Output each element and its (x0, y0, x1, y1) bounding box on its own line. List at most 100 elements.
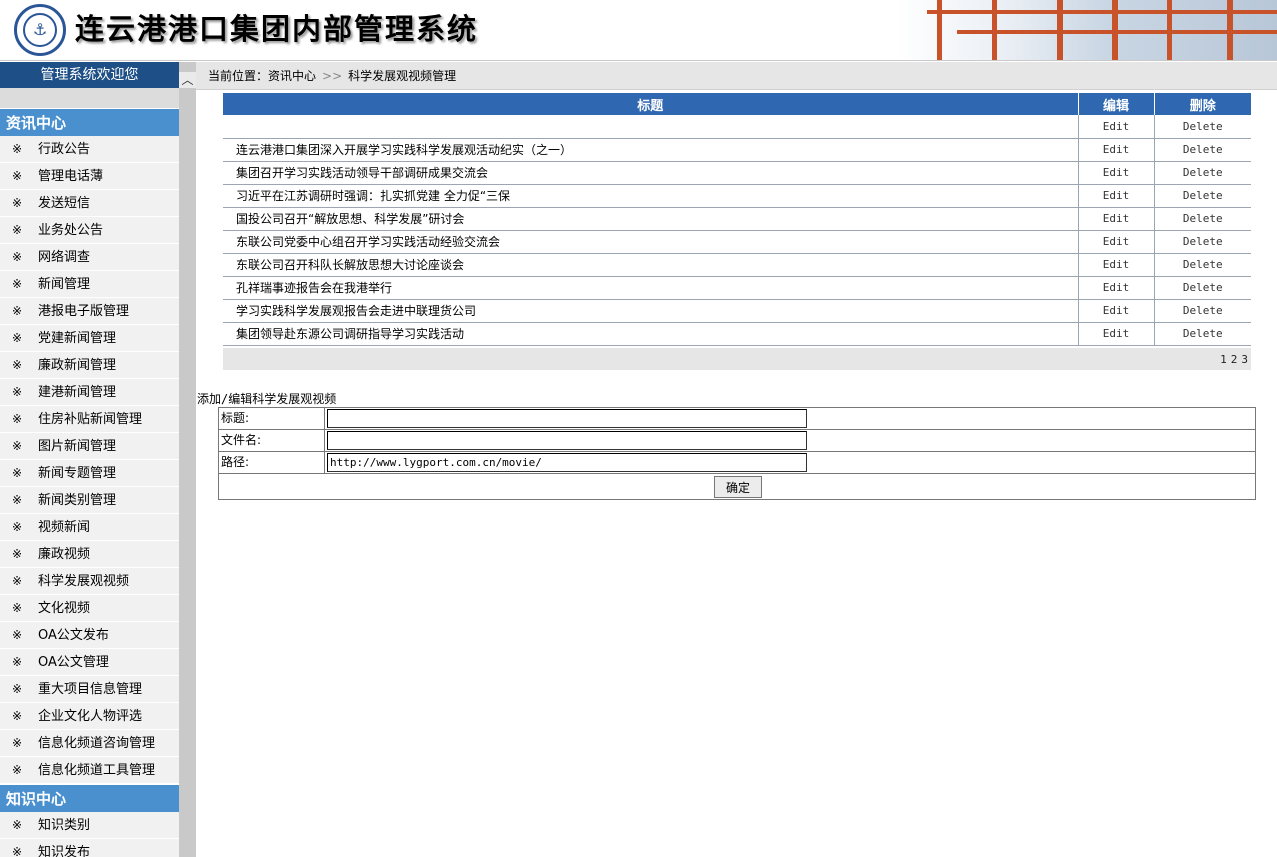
sidebar-item[interactable]: ※ 新闻类别管理 (0, 487, 179, 514)
path-label: 路径: (219, 452, 325, 473)
sidebar-item-label: 廉政新闻管理 (38, 358, 117, 373)
table-row: 集团召开学习实践活动领导干部调研成果交流会 Edit Delete (223, 161, 1251, 185)
edit-link[interactable]: Edit (1077, 299, 1154, 323)
sidebar-item[interactable]: ※ 网络调查 (0, 244, 179, 271)
edit-link[interactable]: Edit (1077, 115, 1154, 139)
row-title: 孔祥瑞事迹报告会在我港举行 (223, 276, 1078, 300)
sidebar-item[interactable]: ※ 住房补贴新闻管理 (0, 406, 179, 433)
sidebar-item[interactable]: ※ 新闻专题管理 (0, 460, 179, 487)
table-row: 学习实践科学发展观报告会走进中联理货公司 Edit Delete (223, 299, 1251, 323)
welcome-banner: 管理系统欢迎您 (0, 62, 179, 88)
form-row-path: 路径: (219, 452, 1255, 474)
sidebar-item-label: 业务处公告 (38, 223, 104, 238)
sidebar-item[interactable]: ※ 知识发布 (0, 839, 179, 857)
pagination: 123 (223, 348, 1251, 370)
sidebar-item[interactable]: ※ 新闻管理 (0, 271, 179, 298)
title-input[interactable] (327, 409, 807, 428)
bullet-mark-icon: ※ (12, 709, 23, 723)
sidebar-item[interactable]: ※ 信息化频道咨询管理 (0, 730, 179, 757)
delete-link[interactable]: Delete (1153, 299, 1251, 323)
edit-link[interactable]: Edit (1077, 138, 1154, 162)
sidebar-item[interactable]: ※ 廉政新闻管理 (0, 352, 179, 379)
page-link[interactable]: 1 (1220, 353, 1227, 366)
delete-link[interactable]: Delete (1153, 161, 1251, 185)
edit-link[interactable]: Edit (1077, 207, 1154, 231)
filename-label: 文件名: (219, 430, 325, 451)
delete-link[interactable]: Delete (1153, 230, 1251, 254)
sidebar: 管理系统欢迎您 资讯中心 ※ 行政公告 ※ 管理电话薄 ※ 发送短信 ※ 业务处公告 ※ 网络调查 ※… (0, 62, 179, 857)
video-list-table: 标题 编辑 删除 Edit Delete 连云港港口集团深入开展学习实践科学发展观活… (223, 93, 1251, 346)
sidebar-item[interactable]: ※ 科学发展观视频 (0, 568, 179, 595)
sidebar-item[interactable]: ※ 知识类别 (0, 812, 179, 839)
delete-link[interactable]: Delete (1153, 253, 1251, 277)
edit-link[interactable]: Edit (1077, 230, 1154, 254)
path-input[interactable] (327, 453, 807, 472)
sidebar-item-label: 管理电话薄 (38, 169, 104, 184)
filename-input[interactable] (327, 431, 807, 450)
page-link[interactable]: 3 (1241, 353, 1248, 366)
sidebar-item[interactable]: ※ 发送短信 (0, 190, 179, 217)
sidebar-item[interactable]: ※ 党建新闻管理 (0, 325, 179, 352)
sidebar-item[interactable]: ※ 图片新闻管理 (0, 433, 179, 460)
bullet-mark-icon: ※ (12, 277, 23, 291)
sidebar-item-label: 新闻专题管理 (38, 466, 117, 481)
confirm-button[interactable]: 确定 (714, 476, 762, 498)
bullet-mark-icon: ※ (12, 845, 23, 857)
delete-link[interactable]: Delete (1153, 276, 1251, 300)
row-title: 连云港港口集团深入开展学习实践科学发展观活动纪实（之一） (223, 138, 1078, 162)
delete-link[interactable]: Delete (1153, 138, 1251, 162)
sidebar-item[interactable]: ※ 信息化频道工具管理 (0, 757, 179, 784)
bullet-mark-icon: ※ (12, 574, 23, 588)
delete-link[interactable]: Delete (1153, 207, 1251, 231)
column-header-title: 标题 (223, 93, 1079, 115)
breadcrumb: 当前位置：资讯中心 >> 科学发展观视频管理 (196, 62, 1277, 90)
sidebar-item[interactable]: ※ 建港新闻管理 (0, 379, 179, 406)
page-link[interactable]: 2 (1231, 353, 1238, 366)
column-header-edit: 编辑 (1078, 93, 1155, 115)
breadcrumb-section[interactable]: 资讯中心 (268, 69, 316, 83)
edit-link[interactable]: Edit (1077, 161, 1154, 185)
sidebar-item[interactable]: ※ 视频新闻 (0, 514, 179, 541)
edit-link[interactable]: Edit (1077, 322, 1154, 346)
breadcrumb-separator: >> (322, 69, 343, 83)
video-edit-form: 标题: 文件名: 路径: 确定 (218, 407, 1256, 500)
edit-link[interactable]: Edit (1077, 276, 1154, 300)
system-title: 连云港港口集团内部管理系统 (75, 12, 479, 46)
bullet-mark-icon: ※ (12, 304, 23, 318)
sidebar-item-label: 科学发展观视频 (38, 574, 130, 589)
sidebar-item-label: 知识发布 (38, 845, 91, 857)
delete-link[interactable]: Delete (1153, 322, 1251, 346)
bullet-mark-icon: ※ (12, 142, 23, 156)
bullet-mark-icon: ※ (12, 520, 23, 534)
row-title: 国投公司召开“解放思想、科学发展”研讨会 (223, 207, 1078, 231)
sidebar-item[interactable]: ※ 港报电子版管理 (0, 298, 179, 325)
sidebar-item[interactable]: ※ 企业文化人物评选 (0, 703, 179, 730)
edit-link[interactable]: Edit (1077, 184, 1154, 208)
row-title: 东联公司召开科队长解放思想大讨论座谈会 (223, 253, 1078, 277)
sidebar-item[interactable]: ※ OA公文管理 (0, 649, 179, 676)
sidebar-section-header[interactable]: 资讯中心 (0, 108, 179, 136)
bullet-mark-icon: ※ (12, 223, 23, 237)
sidebar-item-label: 图片新闻管理 (38, 439, 117, 454)
sidebar-item[interactable]: ※ 管理电话薄 (0, 163, 179, 190)
bullet-mark-icon: ※ (12, 818, 23, 832)
sidebar-item[interactable]: ※ 业务处公告 (0, 217, 179, 244)
sidebar-item[interactable]: ※ 廉政视频 (0, 541, 179, 568)
sidebar-item-label: 发送短信 (38, 196, 91, 211)
sidebar-item[interactable]: ※ 行政公告 (0, 136, 179, 163)
delete-link[interactable]: Delete (1153, 115, 1251, 139)
delete-link[interactable]: Delete (1153, 184, 1251, 208)
sidebar-item[interactable]: ※ OA公文发布 (0, 622, 179, 649)
sidebar-item[interactable]: ※ 文化视频 (0, 595, 179, 622)
edit-link[interactable]: Edit (1077, 253, 1154, 277)
sidebar-splitter[interactable]: ︿ (179, 62, 196, 857)
row-title: 集团召开学习实践活动领导干部调研成果交流会 (223, 161, 1078, 185)
bullet-mark-icon: ※ (12, 439, 23, 453)
collapse-chevron-up-icon[interactable]: ︿ (179, 72, 196, 88)
row-title: 习近平在江苏调研时强调：扎实抓党建 全力促“三保 (223, 184, 1078, 208)
sidebar-item-label: 视频新闻 (38, 520, 91, 535)
sidebar-item-label: 信息化频道咨询管理 (38, 736, 156, 751)
bullet-mark-icon: ※ (12, 736, 23, 750)
sidebar-section-header[interactable]: 知识中心 (0, 784, 179, 812)
sidebar-item[interactable]: ※ 重大项目信息管理 (0, 676, 179, 703)
